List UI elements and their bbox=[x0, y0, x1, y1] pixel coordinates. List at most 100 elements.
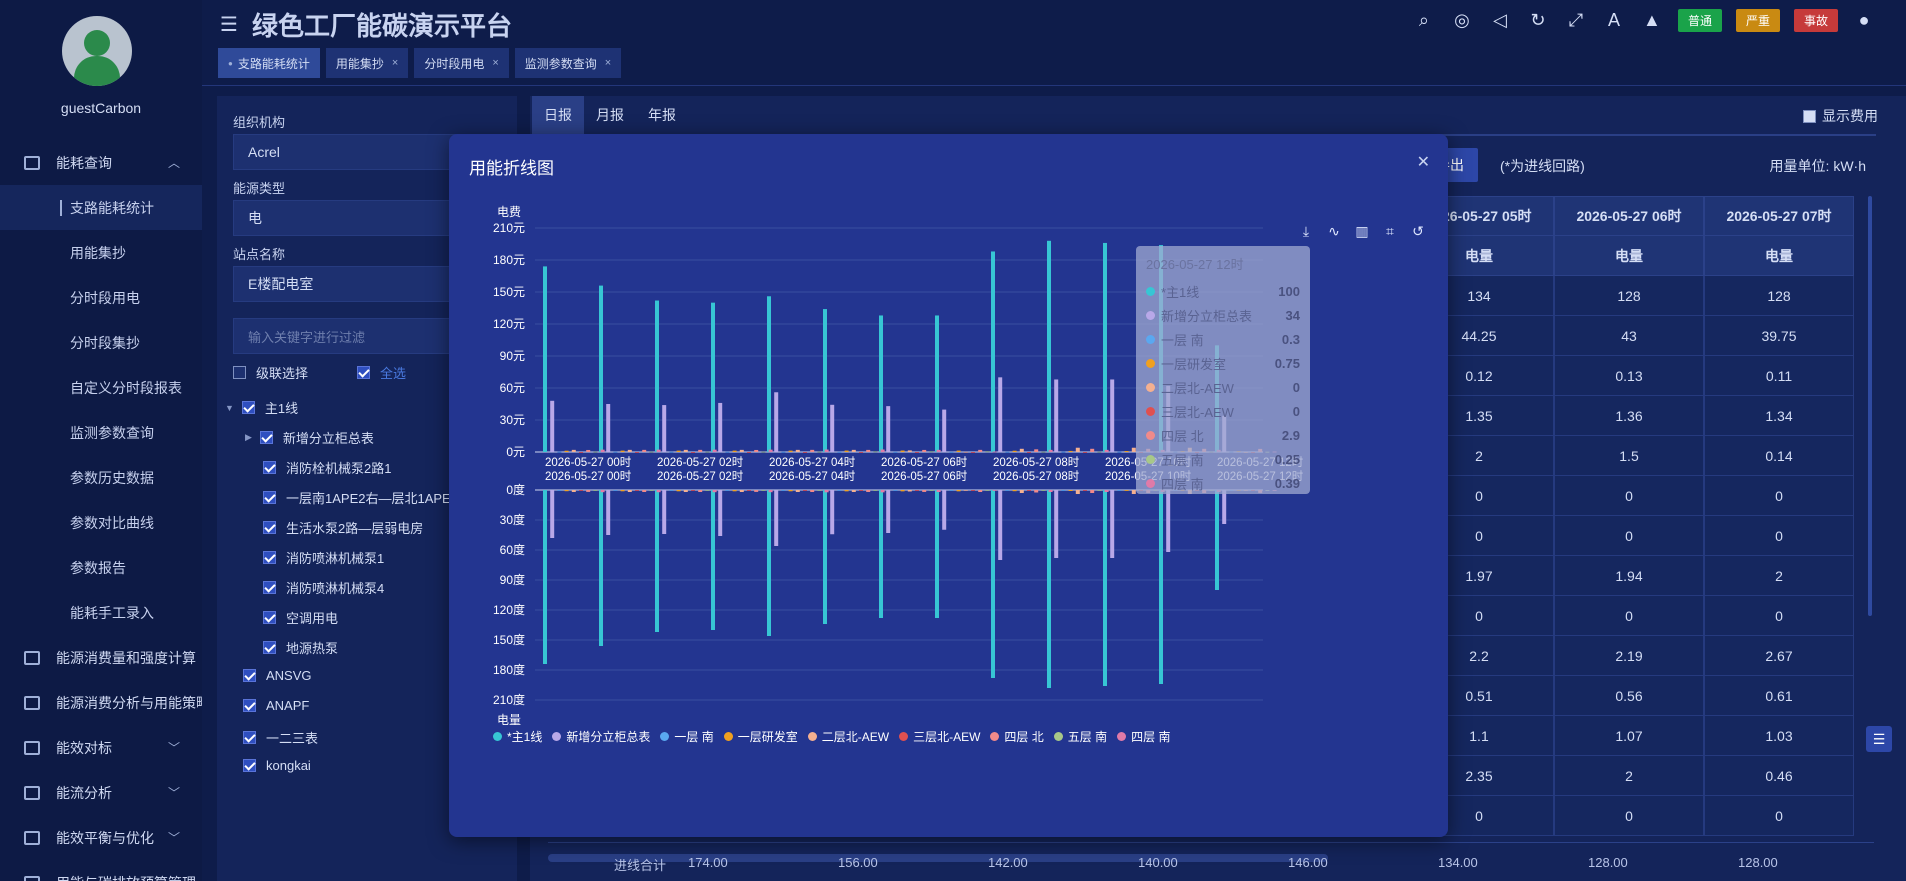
sidebar-item-param-report[interactable]: 参数报告 bbox=[0, 545, 202, 590]
bar-top bbox=[655, 300, 659, 452]
tab-tou-electric[interactable]: 分时段用电 × bbox=[414, 48, 509, 78]
tree-node[interactable]: ANSVG bbox=[243, 668, 312, 683]
legend-item[interactable]: 一层 南 bbox=[660, 728, 714, 745]
bar-bottom bbox=[992, 490, 997, 491]
sidebar-item-custom-tou-report[interactable]: 自定义分时段报表 bbox=[0, 365, 202, 410]
settings-sliders-icon[interactable]: ☰ bbox=[1866, 726, 1892, 752]
sidebar-item-manual-entry[interactable]: 能耗手工录入 bbox=[0, 590, 202, 635]
sidebar-item-param-query[interactable]: 监测参数查询 bbox=[0, 410, 202, 455]
nav-group-benchmark[interactable]: 能效对标 ﹀ bbox=[0, 725, 202, 770]
bar-bottom bbox=[893, 490, 898, 491]
avatar[interactable] bbox=[62, 16, 132, 86]
legend-item[interactable]: 四层 南 bbox=[1117, 728, 1170, 745]
nav-group-energy-query[interactable]: 能耗查询 ︿ bbox=[0, 140, 202, 185]
tree-node[interactable]: kongkai bbox=[243, 758, 311, 773]
bar-top bbox=[613, 451, 618, 453]
sidebar-item-tou-electric[interactable]: 分时段用电 bbox=[0, 275, 202, 320]
table-cell: 1.94 bbox=[1554, 556, 1704, 596]
legend-item[interactable]: 一层研发室 bbox=[723, 728, 798, 745]
bar-bottom bbox=[1048, 490, 1053, 492]
bar-bottom bbox=[718, 490, 723, 536]
nav-group-consumption-analysis[interactable]: 能源消费分析与用能策略 bbox=[0, 680, 202, 725]
tab-monthly[interactable]: 月报 bbox=[584, 96, 636, 134]
hamburger-icon[interactable]: ☰ bbox=[220, 12, 238, 37]
bar-bottom bbox=[599, 490, 603, 646]
bar-bottom bbox=[1166, 490, 1171, 552]
table-cell: 0.61 bbox=[1704, 676, 1854, 716]
bar-top bbox=[1104, 449, 1109, 452]
bar-bottom bbox=[635, 490, 639, 491]
fullscreen-icon[interactable]: ⤢ bbox=[1564, 8, 1588, 32]
bar-bottom bbox=[880, 490, 885, 493]
legend-item[interactable]: 二层北-AEW bbox=[807, 728, 890, 745]
alarm-badge-normal[interactable]: 普通 bbox=[1677, 8, 1722, 32]
bar-bottom bbox=[915, 490, 919, 491]
close-icon[interactable]: × bbox=[392, 57, 398, 69]
tree-node[interactable]: 消防喷淋机械泵4 bbox=[263, 578, 384, 597]
bar-bottom bbox=[1054, 490, 1059, 558]
bar-bottom bbox=[620, 490, 625, 492]
legend-item[interactable]: *主1线 bbox=[493, 728, 542, 745]
tree-node[interactable]: ▶ 新增分立柜总表 bbox=[245, 428, 374, 447]
legend-label: 二层北-AEW bbox=[821, 730, 890, 744]
tree-node[interactable]: 消防栓机械泵2路1 bbox=[263, 458, 391, 477]
tab-yearly[interactable]: 年报 bbox=[636, 96, 688, 134]
search-icon[interactable]: ⌕ bbox=[1412, 8, 1436, 32]
alarm-badge-accident[interactable]: 事故 bbox=[1793, 8, 1838, 32]
tooltip-series-value: 100 bbox=[1278, 283, 1300, 299]
tree-node[interactable]: 消防喷淋机械泵1 bbox=[263, 548, 384, 567]
nav-group-consumption-calc[interactable]: 能源消费量和强度计算 bbox=[0, 635, 202, 680]
tree-node[interactable]: 一二三表 bbox=[243, 728, 318, 747]
legend-item[interactable]: 四层 北 bbox=[990, 728, 1044, 745]
font-icon[interactable]: A bbox=[1602, 8, 1626, 32]
tooltip-row: 五层 南 0.25 bbox=[1146, 447, 1300, 471]
nav-group-balance[interactable]: 能效平衡与优化 ﹀ bbox=[0, 815, 202, 860]
user-icon[interactable]: ● bbox=[1852, 8, 1876, 32]
tab-param-query[interactable]: 监测参数查询 × bbox=[514, 48, 622, 78]
close-icon[interactable]: × bbox=[492, 57, 498, 69]
select-all-checkbox[interactable]: 全选 bbox=[357, 363, 406, 382]
tooltip-series-name: 四层 南 bbox=[1161, 476, 1204, 492]
nav-group-budget[interactable]: 用能与碳排放预算管理 bbox=[0, 860, 202, 881]
bar-bottom bbox=[557, 490, 562, 491]
sidebar-item-param-history[interactable]: 参数历史数据 bbox=[0, 455, 202, 500]
sidebar-nav: 能耗查询 ︿ 支路能耗统计 用能集抄 分时段用电 分时段集抄 自定义分时段报表 监… bbox=[0, 140, 202, 881]
energy-type-label: 能源类型 bbox=[233, 181, 286, 196]
bar-top bbox=[732, 450, 737, 452]
sidebar-item-branch-stats[interactable]: 支路能耗统计 bbox=[0, 185, 202, 230]
tree-node[interactable]: 空调用电 bbox=[263, 608, 338, 627]
tree-node[interactable]: 地源热泵 bbox=[263, 638, 338, 657]
legend-item[interactable]: 三层北-AEW bbox=[899, 728, 980, 745]
support-icon[interactable]: ◎ bbox=[1450, 8, 1474, 32]
tree-node[interactable]: ▼ 主1线 bbox=[225, 398, 298, 417]
chart-tooltip: 2026-05-27 12时 *主1线 100 新增分立柜总表 34 一层 南 0.3 一层… bbox=[1136, 246, 1310, 494]
legend-item[interactable]: 新增分立柜总表 bbox=[552, 728, 650, 745]
nav-group-flow[interactable]: 能流分析 ﹀ bbox=[0, 770, 202, 815]
show-fee-checkbox[interactable]: 显示费用 bbox=[1803, 106, 1878, 126]
sidebar-item-param-compare[interactable]: 参数对比曲线 bbox=[0, 500, 202, 545]
bar-top bbox=[998, 377, 1003, 452]
table-cell: 1.36 bbox=[1554, 396, 1704, 436]
bar-top bbox=[879, 315, 883, 452]
bar-top bbox=[747, 452, 751, 453]
tab-branch-stats[interactable]: ● 支路能耗统计 bbox=[218, 48, 320, 78]
alarm-badge-severe[interactable]: 严重 bbox=[1735, 8, 1780, 32]
sidebar-item-usage-collect[interactable]: 用能集抄 bbox=[0, 230, 202, 275]
bar-bottom bbox=[725, 490, 730, 491]
refresh-icon[interactable]: ↻ bbox=[1526, 8, 1550, 32]
cascade-checkbox[interactable]: 级联选择 bbox=[233, 363, 308, 382]
table-icon bbox=[24, 650, 40, 665]
tab-daily[interactable]: 日报 bbox=[532, 96, 584, 134]
close-icon[interactable]: × bbox=[605, 57, 611, 69]
table-cell: 128 bbox=[1704, 276, 1854, 316]
vertical-scrollbar[interactable] bbox=[1868, 196, 1872, 616]
tree-node[interactable]: 一层南1APE2右—层北1APE bbox=[263, 488, 451, 507]
tree-node[interactable]: ANAPF bbox=[243, 698, 309, 713]
volume-icon[interactable]: ◁ bbox=[1488, 8, 1512, 32]
theme-icon[interactable]: ▲ bbox=[1640, 8, 1664, 32]
legend-item[interactable]: 五层 南 bbox=[1053, 728, 1107, 745]
tab-usage-collect[interactable]: 用能集抄 × bbox=[325, 48, 409, 78]
sidebar-item-tou-collect[interactable]: 分时段集抄 bbox=[0, 320, 202, 365]
series-dot bbox=[1146, 310, 1155, 320]
tree-node[interactable]: 生活水泵2路—层弱电房 bbox=[263, 518, 423, 537]
